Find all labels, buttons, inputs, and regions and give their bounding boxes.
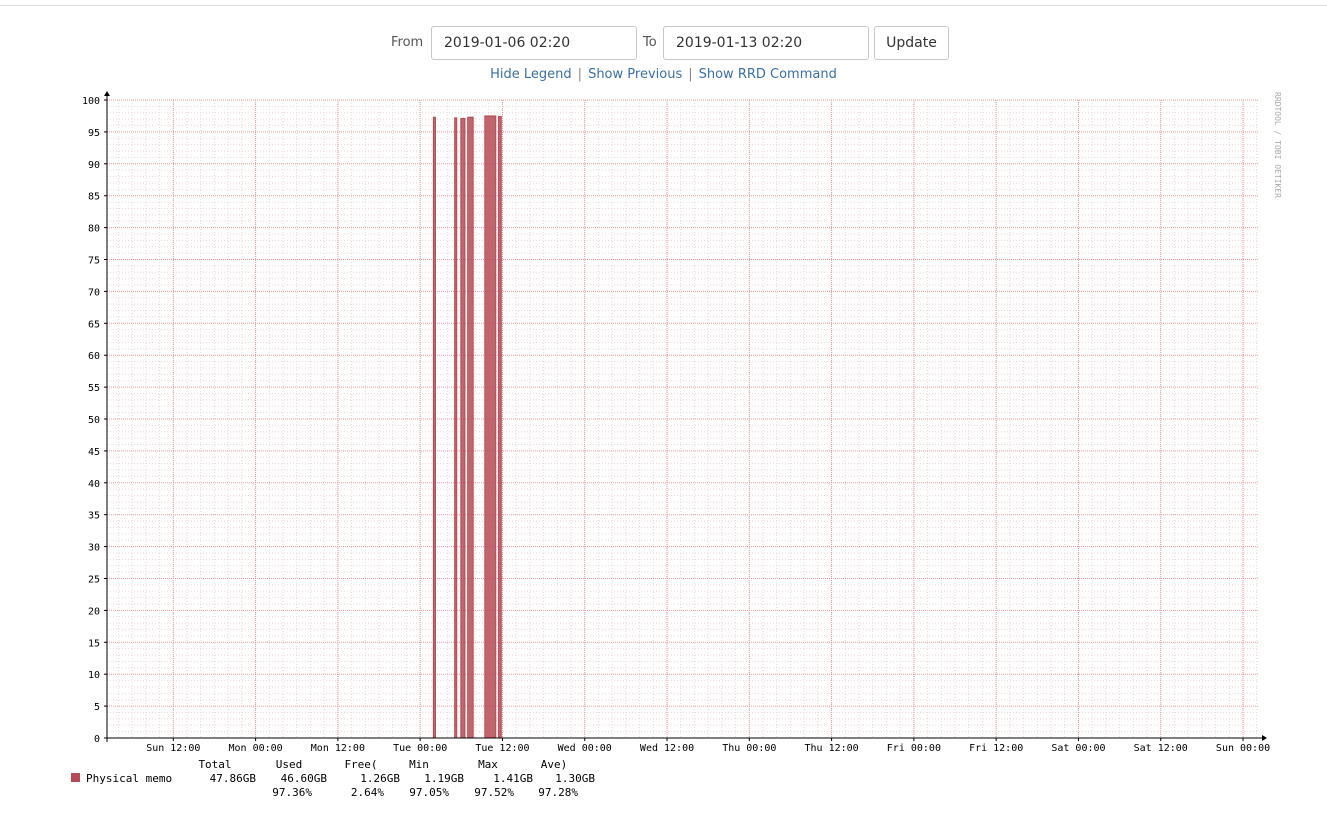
x-tick-label: Mon 12:00 xyxy=(311,743,365,754)
series-area-segment xyxy=(460,118,466,739)
series-area xyxy=(432,115,502,739)
y-tick-label: 70 xyxy=(88,287,100,298)
x-tick-label: Fri 12:00 xyxy=(969,743,1023,754)
legend-series-name: Physical memo xyxy=(86,772,172,785)
x-tick-label: Wed 12:00 xyxy=(640,743,694,754)
memory-usage-graph: 0 5 10 15 20 25 30 35 40 45 50 55 60 65 70 75 80 85 90 95 10… xyxy=(71,91,1282,799)
y-tick-label: 75 xyxy=(88,256,100,267)
x-tick-label: Thu 12:00 xyxy=(805,743,859,754)
x-tick-label: Thu 00:00 xyxy=(722,743,776,754)
x-tick-label: Tue 12:00 xyxy=(475,743,529,754)
legend: Physical memo Total Used Free( Min Max Ave) 47… xyxy=(71,758,595,799)
y-tick-label: 85 xyxy=(88,192,100,203)
link-separator: | xyxy=(688,67,693,82)
series-area-segment xyxy=(432,116,436,739)
y-tick-label: 100 xyxy=(82,96,100,107)
series-area-segment xyxy=(498,116,502,739)
x-tick-label: Wed 00:00 xyxy=(558,743,612,754)
major-grid xyxy=(104,99,1259,741)
legend-header: Max xyxy=(478,758,498,771)
x-tick-label: Tue 00:00 xyxy=(393,743,447,754)
y-tick-label: 55 xyxy=(88,383,100,394)
to-label: To xyxy=(643,35,657,50)
y-tick-label: 45 xyxy=(88,447,100,458)
y-tick-label: 15 xyxy=(88,638,100,649)
legend-value: 1.26GB xyxy=(360,772,400,785)
legend-value: 1.41GB xyxy=(493,772,533,785)
x-tick-label: Sat 12:00 xyxy=(1134,743,1188,754)
x-tick-label: Sun 00:00 xyxy=(1216,743,1270,754)
legend-header: Min xyxy=(409,758,429,771)
legend-percent: 2.64% xyxy=(351,786,384,799)
legend-percent: 97.36% xyxy=(272,786,312,799)
y-tick-label: 40 xyxy=(88,479,100,490)
y-tick-label: 60 xyxy=(88,351,100,362)
graph-links: Hide Legend | Show Previous | Show RRD Comma… xyxy=(0,67,1327,82)
axes xyxy=(104,91,1267,742)
y-tick-label: 95 xyxy=(88,128,100,139)
legend-swatch xyxy=(71,773,80,782)
x-tick-labels: Sun 12:00 Mon 00:00 Mon 12:00 Tue 00:00 Tue … xyxy=(146,743,1270,754)
y-axis-arrow xyxy=(104,91,110,96)
legend-header: Used xyxy=(276,758,303,771)
y-tick-label: 0 xyxy=(94,734,100,745)
y-tick-label: 50 xyxy=(88,415,100,426)
show-previous-link[interactable]: Show Previous xyxy=(588,67,682,82)
y-tick-labels: 0 5 10 15 20 25 30 35 40 45 50 55 60 65 70 75 80 85 90 95 10… xyxy=(82,96,100,745)
y-tick-label: 5 xyxy=(94,702,100,713)
show-rrd-command-link[interactable]: Show RRD Command xyxy=(699,67,837,82)
x-tick-label: Sun 12:00 xyxy=(146,743,200,754)
y-tick-label: 80 xyxy=(88,224,100,235)
y-tick-label: 10 xyxy=(88,670,100,681)
y-tick-label: 35 xyxy=(88,511,100,522)
x-axis-arrow xyxy=(1262,735,1267,741)
update-button[interactable]: Update xyxy=(874,26,949,60)
legend-percent: 97.05% xyxy=(409,786,449,799)
x-tick-label: Mon 00:00 xyxy=(229,743,283,754)
from-label: From xyxy=(391,35,424,50)
x-tick-label: Sat 00:00 xyxy=(1051,743,1105,754)
series-area-segment xyxy=(467,116,474,739)
legend-value: 1.30GB xyxy=(555,772,595,785)
y-tick-label: 65 xyxy=(88,319,100,330)
legend-percent: 97.52% xyxy=(474,786,514,799)
series-area-segment xyxy=(484,115,497,739)
y-tick-label: 25 xyxy=(88,575,100,586)
hide-legend-link[interactable]: Hide Legend xyxy=(490,67,572,82)
rrdtool-watermark: RRDTOOL / TOBI OETIKER xyxy=(1273,92,1282,198)
legend-header: Free( xyxy=(344,758,377,771)
date-range-controls: From To Update xyxy=(0,26,1327,60)
y-tick-label: 20 xyxy=(88,606,100,617)
legend-header: Ave) xyxy=(541,758,568,771)
legend-percent: 97.28% xyxy=(538,786,578,799)
legend-value: 46.60GB xyxy=(281,772,328,785)
legend-value: 47.86GB xyxy=(210,772,257,785)
legend-value: 1.19GB xyxy=(424,772,464,785)
link-separator: | xyxy=(577,67,583,82)
series-area-segment xyxy=(454,117,458,739)
legend-header: Total xyxy=(198,758,231,771)
x-tick-label: Fri 00:00 xyxy=(887,743,941,754)
from-date-input[interactable] xyxy=(431,26,637,60)
top-divider xyxy=(0,5,1327,6)
to-date-input[interactable] xyxy=(663,26,869,60)
y-tick-label: 90 xyxy=(88,160,100,171)
y-tick-label: 30 xyxy=(88,543,100,554)
